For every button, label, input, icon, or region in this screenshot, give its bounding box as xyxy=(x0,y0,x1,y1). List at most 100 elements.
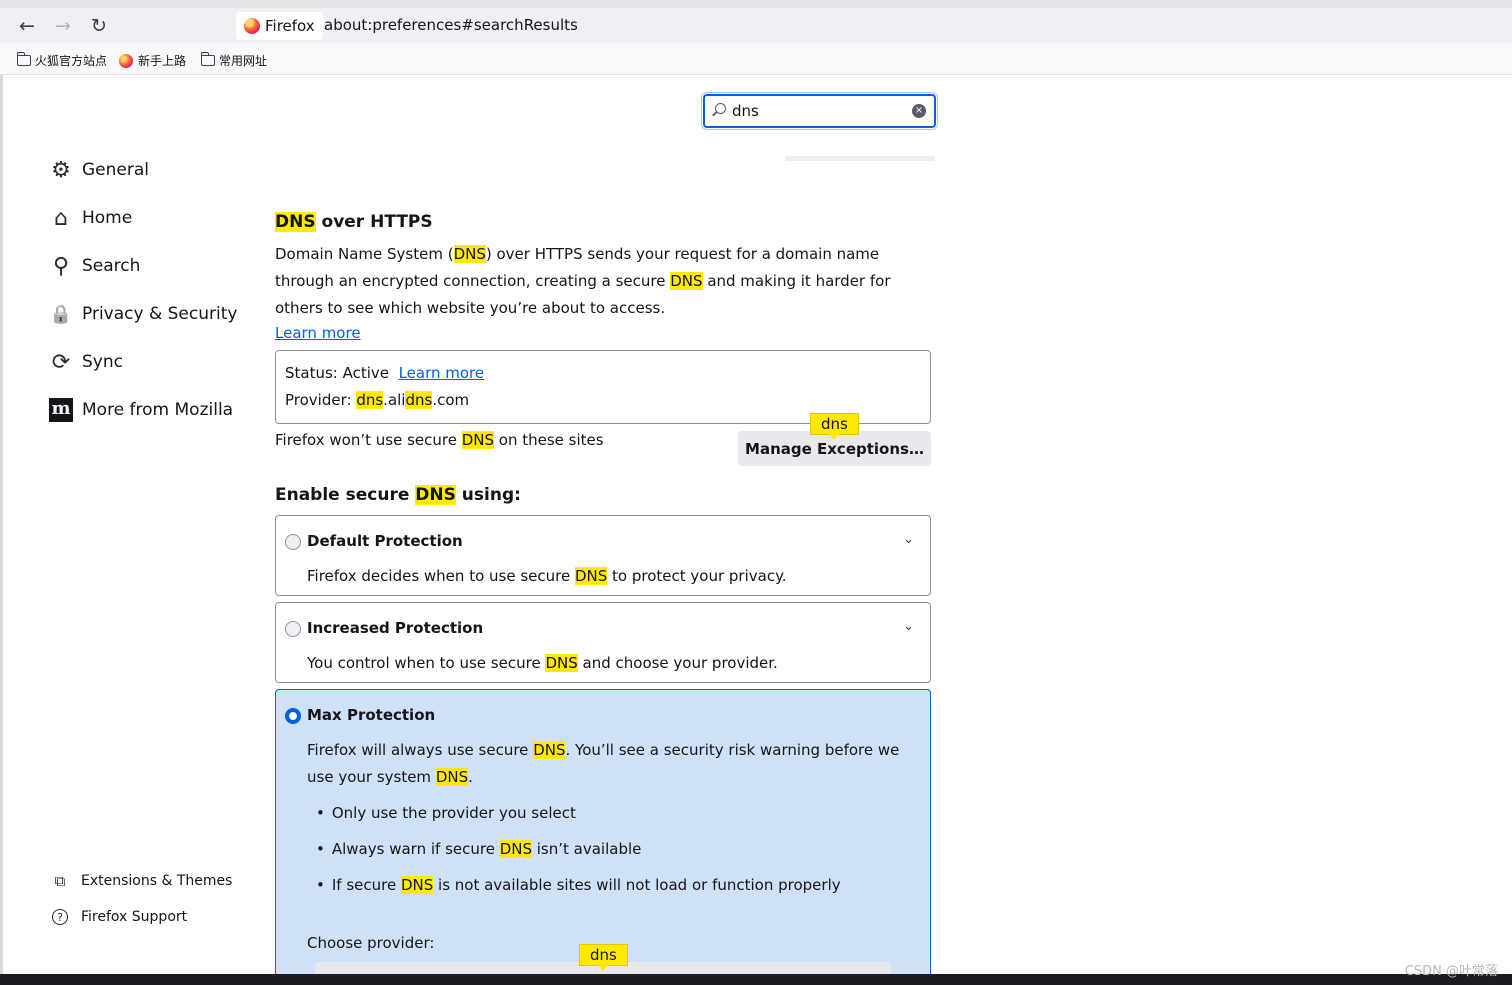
sidebar-item-home[interactable]: ⌂ Home xyxy=(48,205,132,231)
identity-label: Firefox xyxy=(265,17,315,35)
sidebar-item-label: More from Mozilla xyxy=(82,400,234,420)
radio-max-protection[interactable] xyxy=(285,708,301,724)
bullet-text: isn’t available xyxy=(532,840,642,858)
mozilla-icon-wrap: m xyxy=(48,397,74,423)
option-default-protection[interactable]: Default Protection ⌄ Firefox decides whe… xyxy=(275,515,931,596)
bookmark-item[interactable]: 常用网址 xyxy=(201,52,267,69)
folder-icon xyxy=(17,52,31,66)
search-icon: ⚲ xyxy=(52,253,70,279)
search-highlight: DNS xyxy=(574,567,608,585)
exceptions-text-b: on these sites xyxy=(494,431,604,449)
sidebar-firefox-support[interactable]: ? Firefox Support xyxy=(50,909,187,925)
identity-box[interactable]: Firefox xyxy=(236,12,323,40)
bullet-text: Only use the provider you select xyxy=(331,804,576,822)
option-desc-c: . xyxy=(468,768,473,786)
forward-arrow-icon: → xyxy=(55,15,71,37)
bullet-text: Always warn if secure xyxy=(331,840,500,858)
search-tooltip: dns xyxy=(810,413,859,440)
bookmark-item[interactable]: 火狐官方站点 xyxy=(17,52,107,69)
sidebar-item-label: General xyxy=(82,160,149,180)
list-item: Always warn if secure DNS isn’t availabl… xyxy=(316,837,841,873)
desc-text: Domain Name System ( xyxy=(275,245,454,263)
radio-increased-protection[interactable] xyxy=(285,621,301,637)
chevron-down-icon[interactable]: ⌄ xyxy=(903,532,914,547)
url-bar[interactable]: about:preferences#searchResults xyxy=(324,16,578,34)
search-highlight: dns xyxy=(405,391,433,409)
sidebar-item-label: Search xyxy=(82,256,141,276)
max-protection-bullets: Only use the provider you select Always … xyxy=(316,801,841,909)
option-max-protection[interactable]: Max Protection Firefox will always use s… xyxy=(275,689,931,985)
enable-title-a: Enable secure xyxy=(275,485,416,505)
lock-icon: 🔒 xyxy=(49,303,73,325)
sidebar-item-label: Sync xyxy=(82,352,123,372)
sidebar-item-search[interactable]: ⚲ Search xyxy=(48,253,140,279)
bullet-text: is not available sites will not load or … xyxy=(433,876,841,894)
search-highlight: DNS xyxy=(435,768,469,786)
option-title: Default Protection xyxy=(307,532,463,550)
sidebar-footer-label: Firefox Support xyxy=(81,909,188,925)
sidebar-extensions-themes[interactable]: ⧉ Extensions & Themes xyxy=(50,871,233,891)
option-increased-protection[interactable]: Increased Protection ⌄ You control when … xyxy=(275,602,931,683)
search-highlight: DNS xyxy=(533,741,566,759)
status-label: Status: Active xyxy=(285,364,390,382)
watermark: CSDN @叶常落 xyxy=(1404,964,1498,979)
firefox-globe-icon xyxy=(119,53,133,68)
exceptions-text-a: Firefox won’t use secure xyxy=(275,431,462,449)
option-description: Firefox will always use secure DNS. You’… xyxy=(307,737,917,791)
bookmark-label: 新手上路 xyxy=(138,54,187,68)
reload-icon: ↻ xyxy=(91,15,107,37)
radio-default-protection[interactable] xyxy=(285,534,301,550)
bookmark-item[interactable]: 新手上路 xyxy=(119,52,186,69)
settings-search-input[interactable] xyxy=(732,100,902,122)
os-taskbar xyxy=(0,974,1512,985)
provider-label: Provider: xyxy=(285,391,357,409)
exceptions-text: Firefox won’t use secure DNS on these si… xyxy=(275,431,604,449)
search-icon xyxy=(715,103,726,114)
sidebar-item-general[interactable]: ⚙ General xyxy=(48,157,149,183)
reload-button[interactable]: ↻ xyxy=(87,14,111,38)
sidebar-item-more-from-mozilla[interactable]: m More from Mozilla xyxy=(48,397,233,423)
section-description: Domain Name System (DNS) over HTTPS send… xyxy=(275,241,925,322)
option-title: Max Protection xyxy=(307,706,436,724)
choose-provider-label: Choose provider: xyxy=(307,934,435,952)
learn-more-link[interactable]: Learn more xyxy=(275,324,361,342)
provider-text: .com xyxy=(432,391,470,409)
chevron-down-icon[interactable]: ⌄ xyxy=(903,619,914,634)
search-highlight: DNS xyxy=(545,654,578,672)
enable-secure-dns-title: Enable secure DNS using: xyxy=(275,485,521,505)
help-icon: ? xyxy=(52,909,68,925)
sidebar-item-sync[interactable]: ⟳ Sync xyxy=(48,349,123,375)
sync-icon: ⟳ xyxy=(51,349,71,375)
search-highlight: DNS xyxy=(499,840,532,858)
option-desc-b: and choose your provider. xyxy=(577,654,778,672)
clear-search-icon[interactable]: × xyxy=(912,104,926,118)
search-tooltip: dns xyxy=(579,944,628,971)
search-highlight: DNS xyxy=(461,431,495,449)
find-in-settings[interactable]: × xyxy=(701,92,938,130)
bookmarks-toolbar: 火狐官方站点 新手上路 常用网址 xyxy=(0,43,1512,75)
sidebar-item-privacy[interactable]: 🔒 Privacy & Security xyxy=(48,301,238,327)
back-arrow-icon: ← xyxy=(19,15,35,37)
status-learn-more-link[interactable]: Learn more xyxy=(399,364,485,382)
list-item: Only use the provider you select xyxy=(316,801,841,837)
bookmark-label: 常用网址 xyxy=(219,54,268,68)
search-highlight: DNS xyxy=(453,245,486,263)
provider-text: .ali xyxy=(383,391,406,409)
search-highlight: DNS xyxy=(275,212,316,232)
option-title: Increased Protection xyxy=(307,619,484,637)
forward-button[interactable]: → xyxy=(51,14,75,38)
window-edge xyxy=(0,75,3,975)
search-highlight: DNS xyxy=(670,272,703,290)
puzzle-icon: ⧉ xyxy=(54,872,66,890)
option-description: You control when to use secure DNS and c… xyxy=(307,650,917,677)
option-description: Firefox decides when to use secure DNS t… xyxy=(307,563,917,590)
back-button[interactable]: ← xyxy=(15,14,39,38)
bullet-text: If secure xyxy=(331,876,401,894)
status-line: Status: Active Learn more xyxy=(285,364,484,382)
bookmark-label: 火狐官方站点 xyxy=(35,54,108,68)
scroll-fade xyxy=(785,156,935,161)
section-title-text: over HTTPS xyxy=(315,212,433,232)
option-desc-a: You control when to use secure xyxy=(307,654,546,672)
section-title: DNS over HTTPS xyxy=(275,212,433,232)
gear-icon: ⚙ xyxy=(51,157,71,183)
